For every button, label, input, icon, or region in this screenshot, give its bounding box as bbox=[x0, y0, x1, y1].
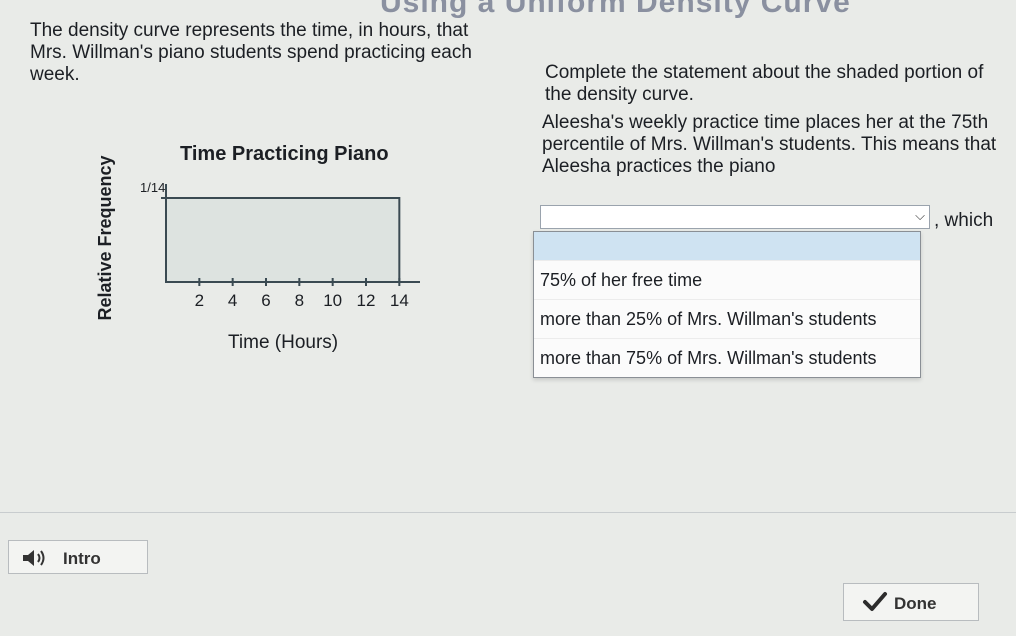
x-tick-label: 12 bbox=[357, 291, 376, 310]
chevron-down-icon: ⌵ bbox=[915, 208, 925, 223]
density-chart: 1/14 2 4 6 8 10 12 14 bbox=[140, 180, 420, 310]
density-area bbox=[165, 197, 401, 283]
x-tick-label: 14 bbox=[390, 291, 409, 310]
speaker-icon bbox=[21, 547, 49, 574]
checkmark-icon bbox=[862, 591, 888, 618]
x-tick-label: 10 bbox=[323, 291, 342, 310]
y-axis-label: Relative Frequency bbox=[95, 155, 115, 321]
statement-text: Aleesha's weekly practice time places he… bbox=[542, 112, 997, 177]
dropdown-option[interactable]: more than 25% of Mrs. Willman's students bbox=[534, 300, 920, 339]
y-tick-label: 1/14 bbox=[140, 180, 165, 195]
done-button[interactable]: Done bbox=[843, 583, 979, 621]
instruction-text: Complete the statement about the shaded … bbox=[545, 62, 984, 105]
divider bbox=[0, 512, 1016, 513]
which-text: , which bbox=[934, 210, 994, 231]
question-prompt: The density curve represents the time, i… bbox=[30, 20, 472, 85]
intro-button[interactable]: Intro bbox=[8, 540, 148, 574]
dropdown-option[interactable]: 75% of her free time bbox=[534, 261, 920, 300]
dropdown-menu: 75% of her free time more than 25% of Mr… bbox=[533, 231, 921, 378]
dropdown-option-highlighted[interactable] bbox=[534, 232, 920, 261]
x-tick-label: 4 bbox=[228, 291, 237, 310]
x-axis-label: Time (Hours) bbox=[228, 332, 339, 353]
dropdown-option[interactable]: more than 75% of Mrs. Willman's students bbox=[534, 339, 920, 377]
chart-title: Time Practicing Piano bbox=[180, 143, 389, 165]
answer-dropdown[interactable]: ⌵ bbox=[540, 205, 930, 229]
done-label: Done bbox=[894, 594, 937, 613]
x-tick-label: 8 bbox=[295, 291, 304, 310]
page-title: Using a Uniform Density Curve bbox=[380, 0, 851, 19]
intro-label: Intro bbox=[63, 549, 101, 568]
x-tick-label: 2 bbox=[195, 291, 204, 310]
x-tick-label: 6 bbox=[261, 291, 270, 310]
